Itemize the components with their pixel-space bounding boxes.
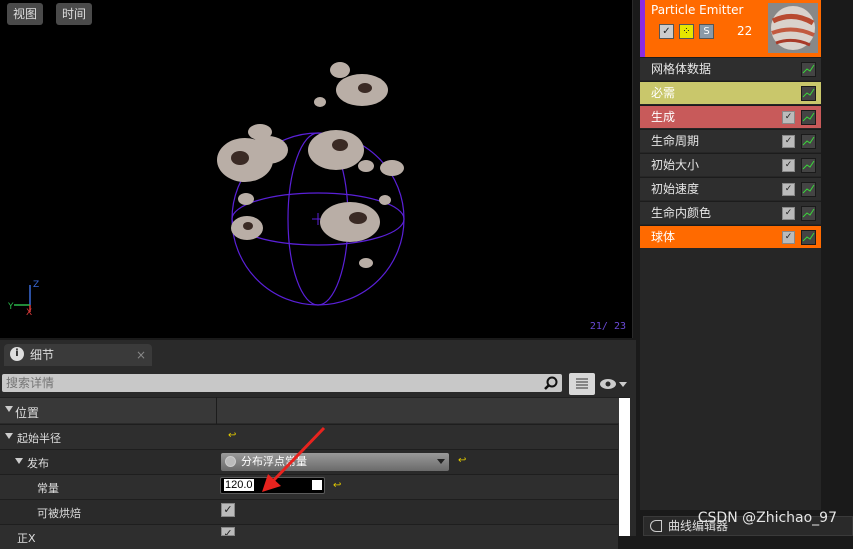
emitter-thumbnail [768,3,818,53]
particle-viewport[interactable]: Z Y X 视图 时间 21/ 23 [0,0,633,338]
expand-arrow-icon[interactable] [15,458,23,464]
curve-graph-icon[interactable] [801,86,816,101]
details-tab-label: 细节 [30,348,55,362]
constant-value-text: 120.0 [224,479,254,491]
constant-value-input[interactable]: 120.0 [220,477,325,494]
module-label: 网格体数据 [651,62,712,76]
value-drag-handle-icon[interactable] [312,480,322,490]
property-label: 可被烘焙 [37,507,81,520]
chevron-down-icon [437,459,445,464]
reset-to-default-icon[interactable]: ↩ [458,455,466,466]
distribution-dropdown[interactable]: 分布浮点常量 [221,453,449,471]
emitter-solo-icon[interactable]: ⁘ [679,24,694,39]
property-label: 发布 [27,457,49,470]
curve-graph-icon[interactable] [801,206,816,221]
can-be-baked-checkbox[interactable]: ✓ [221,503,235,517]
close-icon[interactable]: × [136,344,146,366]
module-enable-checkbox[interactable]: ✓ [782,207,795,220]
visibility-options-button[interactable] [599,377,631,391]
list-view-button[interactable] [569,373,595,395]
property-positive-x[interactable]: 正X [0,524,618,549]
curve-graph-icon[interactable] [801,134,816,149]
module-required[interactable]: 必需 [640,81,821,104]
module-spawn[interactable]: 生成 ✓ [640,105,821,128]
curve-graph-icon[interactable] [801,110,816,125]
time-menu-button[interactable]: 时间 [56,3,93,25]
distribution-value: 分布浮点常量 [241,455,307,468]
viewport-scene: Z Y X [7,62,405,318]
property-label: 正X [17,532,36,545]
property-label: 常量 [37,482,59,495]
module-label: 初始大小 [651,158,700,172]
module-label: 必需 [651,86,676,100]
emitter-title: Particle Emitter [651,3,744,17]
module-enable-checkbox[interactable]: ✓ [782,159,795,172]
section-position[interactable]: 位置 [0,397,630,423]
module-label: 生命内颜色 [651,206,712,220]
positive-x-checkbox[interactable]: ✓ [221,527,235,536]
axis-z-label: Z [33,280,39,290]
module-label: 生成 [651,110,676,124]
axis-y-label: Y [7,302,14,312]
module-label: 球体 [651,230,676,244]
emitter-panel: Particle Emitter ✓ ⁘ S 22 网格体数据 必需 生成 ✓ … [640,0,821,510]
curve-graph-icon[interactable] [801,62,816,77]
curve-graph-icon[interactable] [801,182,816,197]
frame-counter: 21/ 23 [589,321,626,332]
curve-graph-icon[interactable] [801,230,816,245]
view-menu-button[interactable]: 视图 [7,3,44,25]
module-color-over-life[interactable]: 生命内颜色 ✓ [640,201,821,224]
module-enable-checkbox[interactable]: ✓ [782,135,795,148]
cow-particles [217,62,404,268]
watermark: CSDN @Zhichao_97 [697,510,837,526]
module-sphere[interactable]: 球体 ✓ [640,225,821,248]
property-start-radius[interactable]: 起始半径 ↩ [0,424,618,449]
details-tab[interactable]: i 细节 × [4,344,152,366]
emitter-s-icon[interactable]: S [699,24,714,39]
section-title: 位置 [15,406,40,420]
axis-x-label: X [26,308,32,318]
collapse-arrow-icon[interactable] [5,406,13,412]
particle-count: 22 [737,24,753,38]
curve-editor-icon [650,520,662,532]
eye-icon [600,379,627,389]
reset-to-default-icon[interactable]: ↩ [333,480,341,491]
property-can-be-baked[interactable]: 可被烘焙 [0,499,618,524]
module-initial-velocity[interactable]: 初始速度 ✓ [640,177,821,200]
module-mesh-data[interactable]: 网格体数据 [640,57,821,80]
module-initial-size[interactable]: 初始大小 ✓ [640,153,821,176]
curve-graph-icon[interactable] [801,158,816,173]
expand-arrow-icon[interactable] [5,433,13,439]
details-search-input[interactable] [2,374,562,392]
details-scrollbar[interactable] [619,398,630,536]
info-icon: i [10,347,24,361]
module-label: 生命周期 [651,134,700,148]
module-enable-checkbox[interactable]: ✓ [782,183,795,196]
distribution-radio-icon [225,456,236,467]
property-label: 起始半径 [17,432,61,445]
module-enable-checkbox[interactable]: ✓ [782,231,795,244]
module-enable-checkbox[interactable]: ✓ [782,111,795,124]
search-icon[interactable] [544,376,558,390]
reset-to-default-icon[interactable]: ↩ [228,430,236,441]
module-label: 初始速度 [651,182,700,196]
emitter-enable-checkbox[interactable]: ✓ [659,24,674,39]
module-lifetime[interactable]: 生命周期 ✓ [640,129,821,152]
emitter-header[interactable]: Particle Emitter ✓ ⁘ S 22 [640,0,821,57]
